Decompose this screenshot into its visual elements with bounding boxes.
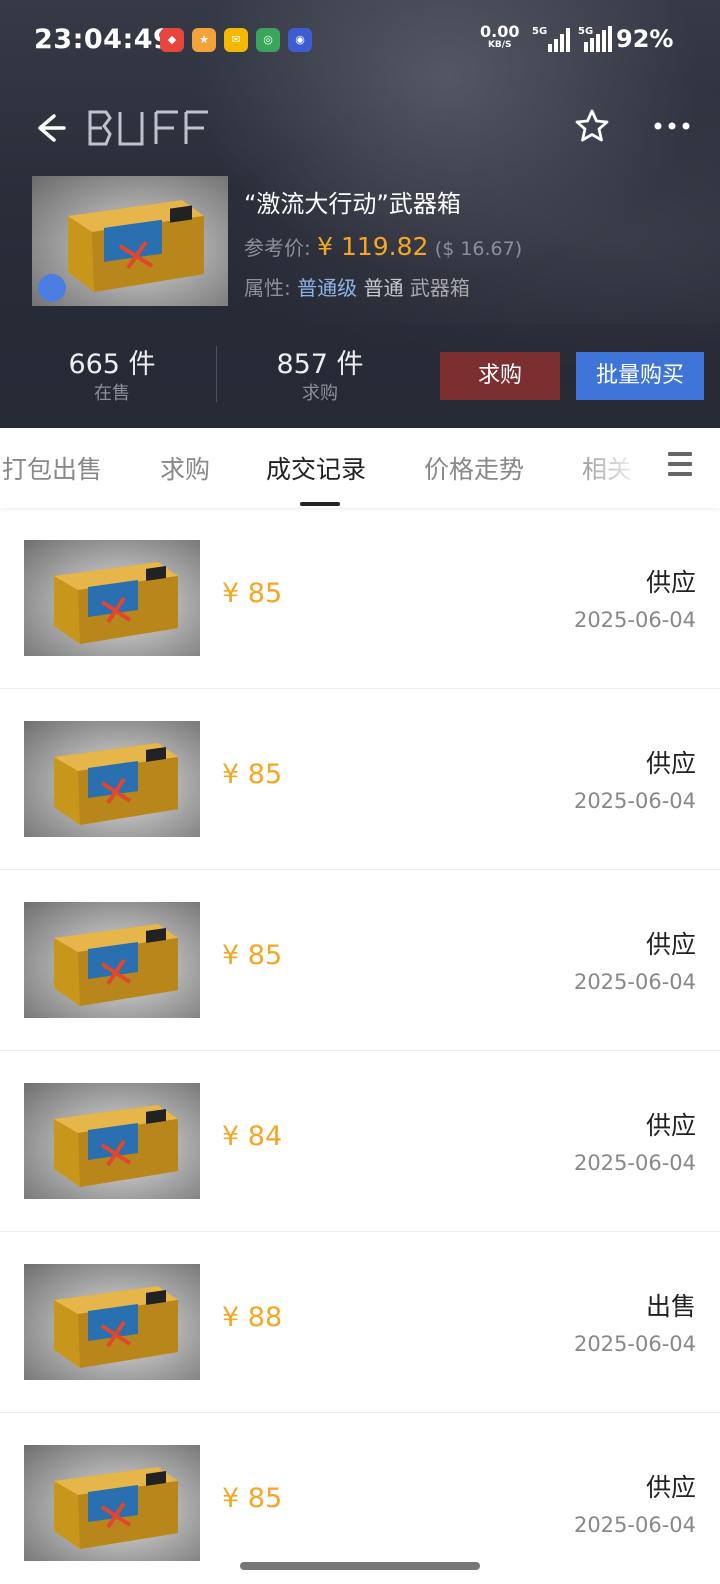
battery-level: 92% [616, 25, 674, 53]
status-time: 23:04:49 [34, 24, 173, 55]
buy-request-button[interactable]: 求购 [440, 352, 560, 400]
list-item[interactable]: ¥ 85 供应 2025-06-04 [0, 689, 720, 870]
item-thumbnail [24, 1083, 200, 1199]
list-item[interactable]: ¥ 85 供应 2025-06-04 [0, 1413, 720, 1584]
attr-quality: 普通 [363, 276, 404, 300]
record-price: ¥ 85 [222, 940, 283, 971]
record-date: 2025-06-04 [573, 1513, 696, 1537]
nav-bar [0, 100, 720, 156]
tab-bar: 打包出售 求购 成交记录 价格走势 相关 [0, 428, 720, 508]
list-item[interactable]: ¥ 88 出售 2025-06-04 [0, 1232, 720, 1413]
ref-price-usd: ($ 16.67) [434, 238, 523, 260]
record-price: ¥ 88 [222, 1302, 283, 1333]
item-thumbnail [24, 721, 200, 837]
record-type: 供应 [645, 1111, 696, 1140]
bulk-buy-button[interactable]: 批量购买 [576, 352, 704, 400]
record-type: 供应 [645, 749, 696, 778]
tab-price-trend[interactable]: 价格走势 [424, 450, 524, 486]
signal-icon: 5G [578, 26, 618, 52]
attr-type: 武器箱 [409, 276, 470, 300]
favorite-star-icon[interactable] [574, 108, 610, 144]
item-attributes: 属性: 普通级 普通 武器箱 [244, 276, 470, 300]
home-indicator[interactable] [240, 1562, 480, 1570]
on-sale-stat[interactable]: 665 件 在售 [12, 342, 212, 405]
tab-trade-records[interactable]: 成交记录 [266, 450, 366, 486]
trade-records-list: ¥ 85 供应 2025-06-04 ¥ 85 供应 2025-06-04 ¥ … [0, 508, 720, 1584]
app-notification-icon: ◆ [160, 28, 184, 52]
record-date: 2025-06-04 [573, 789, 696, 813]
record-date: 2025-06-04 [573, 1332, 696, 1356]
app-notification-icon: ★ [192, 28, 216, 52]
back-arrow-icon[interactable] [28, 108, 68, 148]
list-item[interactable]: ¥ 85 供应 2025-06-04 [0, 870, 720, 1051]
tab-bundle-sale[interactable]: 打包出售 [2, 450, 102, 486]
stat-divider [216, 346, 217, 402]
status-bar: 23:04:49 ◆ ★ ✉ ◎ ◉ 0.00 KB/S 5G 5G 92% [0, 0, 720, 80]
item-thumbnail [24, 540, 200, 656]
buff-logo [88, 110, 208, 146]
record-date: 2025-06-04 [573, 1151, 696, 1175]
list-item[interactable]: ¥ 85 供应 2025-06-04 [0, 508, 720, 689]
reference-price: 参考价: ¥ 119.82 ($ 16.67) [244, 232, 523, 261]
item-tag-icon [38, 274, 66, 302]
attr-rarity: 普通级 [297, 276, 358, 300]
more-menu-icon[interactable] [652, 116, 692, 136]
item-thumbnail [24, 1445, 200, 1561]
item-header: 23:04:49 ◆ ★ ✉ ◎ ◉ 0.00 KB/S 5G 5G 92% “… [0, 0, 720, 428]
record-price: ¥ 85 [222, 759, 283, 790]
item-thumbnail [24, 902, 200, 1018]
record-type: 供应 [645, 568, 696, 597]
record-price: ¥ 85 [222, 1483, 283, 1514]
tab-buy-request[interactable]: 求购 [160, 450, 210, 486]
record-date: 2025-06-04 [573, 608, 696, 632]
item-thumbnail [24, 1264, 200, 1380]
app-notification-icon: ◎ [256, 28, 280, 52]
record-price: ¥ 84 [222, 1121, 283, 1152]
ref-price-cny: ¥ 119.82 [317, 232, 429, 261]
record-type: 供应 [645, 1473, 696, 1502]
list-item[interactable]: ¥ 84 供应 2025-06-04 [0, 1051, 720, 1232]
record-type: 供应 [645, 930, 696, 959]
active-tab-indicator [300, 502, 340, 506]
record-date: 2025-06-04 [573, 970, 696, 994]
record-type: 出售 [645, 1292, 696, 1321]
tab-menu-icon[interactable] [668, 452, 692, 480]
item-title: “激流大行动”武器箱 [244, 190, 461, 218]
tab-fade [570, 428, 660, 508]
app-notification-icon: ◉ [288, 28, 312, 52]
network-speed: 0.00 KB/S [480, 22, 520, 51]
record-price: ¥ 85 [222, 578, 283, 609]
mail-icon: ✉ [224, 28, 248, 52]
signal-icon: 5G [532, 26, 572, 52]
buy-request-stat[interactable]: 857 件 求购 [220, 342, 420, 405]
